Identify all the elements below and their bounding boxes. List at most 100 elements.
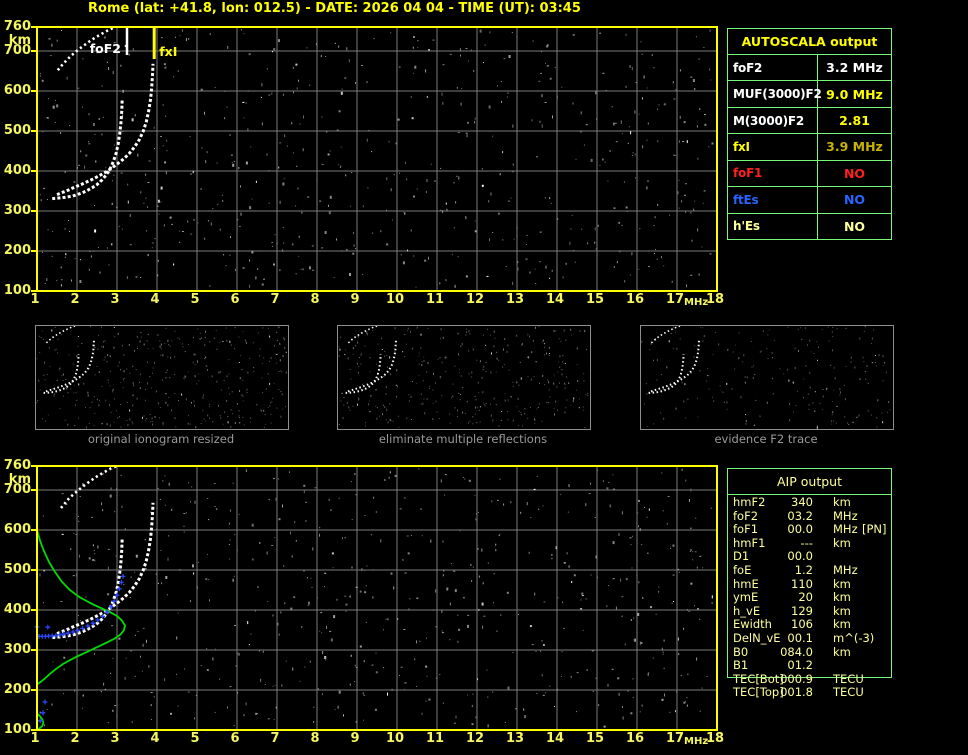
noise-dot (396, 385, 398, 388)
noise-dot (497, 212, 500, 215)
noise-dot (240, 355, 241, 357)
noise-dot (307, 604, 309, 606)
noise-dot (216, 508, 218, 511)
noise-dot (542, 339, 544, 342)
noise-dot (168, 482, 170, 486)
noise-dot (273, 263, 275, 266)
noise-dot (479, 406, 481, 408)
noise-dot (809, 372, 811, 374)
noise-dot (36, 402, 38, 404)
noise-dot (148, 160, 151, 162)
noise-dot (555, 400, 556, 403)
noise-dot (487, 328, 488, 330)
noise-dot (607, 180, 609, 182)
noise-dot (458, 628, 461, 631)
noise-dot (688, 610, 691, 612)
noise-dot (542, 694, 545, 696)
noise-dot (386, 409, 388, 411)
noise-dot (506, 591, 509, 594)
noise-dot (220, 389, 222, 391)
noise-dot (175, 36, 176, 38)
noise-dot (38, 379, 40, 382)
noise-dot (53, 395, 55, 397)
noise-dot (167, 557, 169, 561)
noise-dot (109, 404, 110, 407)
noise-dot (457, 640, 459, 643)
noise-dot (260, 678, 262, 682)
noise-dot (529, 271, 531, 274)
noise-dot (679, 69, 681, 72)
noise-dot (52, 231, 54, 232)
noise-dot (567, 511, 569, 513)
noise-dot (99, 271, 101, 274)
noise-dot (87, 391, 89, 394)
noise-dot (188, 482, 190, 484)
noise-dot (283, 565, 285, 567)
noise-dot (634, 153, 636, 156)
noise-dot (882, 355, 884, 358)
noise-dot (571, 214, 573, 216)
noise-dot (801, 338, 803, 340)
noise-dot (354, 473, 356, 476)
autoscala-row-value: NO (843, 218, 866, 234)
noise-dot (386, 354, 388, 356)
noise-dot (597, 469, 598, 471)
noise-dot (177, 705, 179, 707)
noise-dot (341, 250, 343, 252)
noise-dot (384, 406, 386, 408)
noise-dot (742, 361, 744, 363)
noise-dot (146, 340, 148, 342)
noise-dot (882, 380, 884, 382)
noise-dot (304, 666, 306, 668)
noise-dot (43, 374, 45, 376)
noise-dot (358, 398, 360, 400)
noise-dot (387, 366, 388, 368)
noise-dot (307, 196, 310, 198)
noise-dot (518, 384, 520, 386)
noise-dot (185, 512, 187, 514)
noise-dot (316, 45, 318, 47)
noise-dot (368, 130, 370, 132)
noise-dot (558, 338, 560, 340)
noise-dot (150, 719, 152, 720)
noise-dot (583, 373, 585, 375)
noise-dot (112, 709, 114, 712)
noise-dot (222, 199, 224, 202)
noise-dot (570, 404, 572, 406)
noise-dot (325, 658, 327, 661)
noise-dot (541, 125, 543, 128)
noise-dot (396, 395, 397, 398)
noise-dot (648, 672, 650, 674)
noise-dot (669, 711, 671, 713)
noise-dot (365, 425, 366, 427)
noise-dot (292, 243, 294, 246)
noise-dot (54, 121, 56, 123)
noise-dot (249, 357, 251, 359)
noise-dot (275, 497, 278, 501)
noise-dot (190, 173, 192, 175)
noise-dot (223, 380, 225, 381)
noise-dot (227, 421, 229, 424)
noise-dot (268, 202, 270, 204)
noise-dot (372, 329, 374, 331)
noise-dot (122, 387, 124, 389)
noise-dot (672, 81, 674, 84)
noise-dot (712, 354, 714, 356)
noise-dot (465, 328, 467, 330)
noise-dot (446, 587, 449, 591)
noise-dot (415, 286, 417, 288)
noise-dot (222, 423, 224, 425)
noise-dot (120, 426, 122, 428)
noise-dot (171, 340, 173, 342)
noise-dot (878, 354, 880, 357)
noise-dot (709, 29, 711, 32)
noise-dot (282, 182, 285, 186)
noise-dot (794, 367, 796, 369)
noise-dot (162, 354, 164, 357)
noise-dot (58, 369, 60, 371)
noise-dot (236, 549, 238, 552)
noise-dot (57, 338, 59, 340)
noise-dot (197, 360, 198, 363)
noise-dot (219, 341, 221, 343)
noise-dot (278, 389, 280, 390)
